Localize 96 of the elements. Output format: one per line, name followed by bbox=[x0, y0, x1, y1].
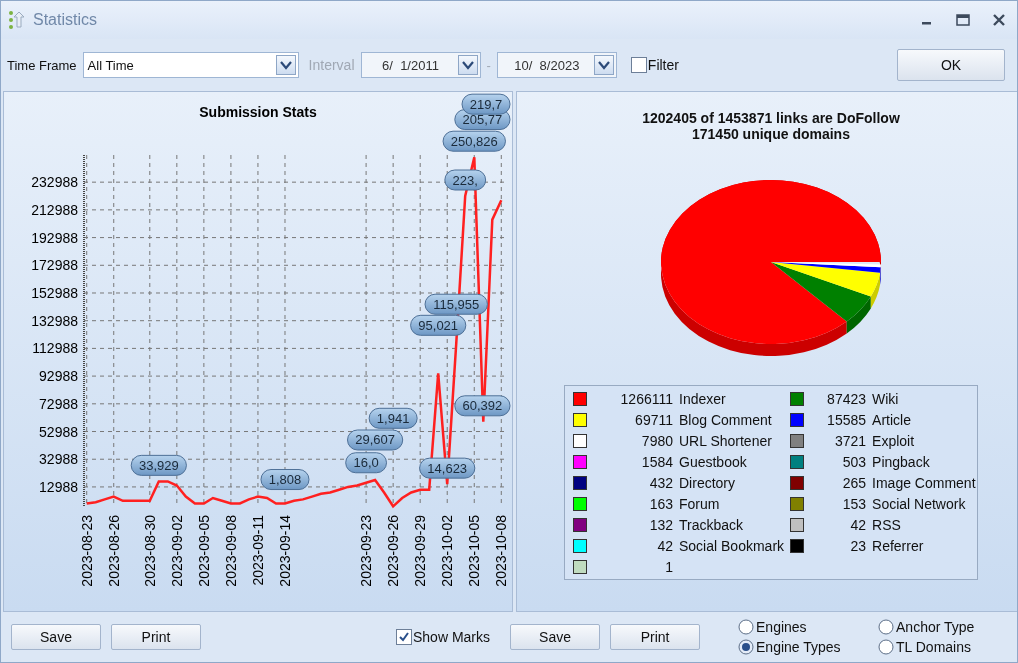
legend-count: 1266111 bbox=[619, 390, 673, 407]
value-bubble: 95,021 bbox=[410, 314, 467, 336]
save-button[interactable]: Save bbox=[510, 624, 601, 650]
option-radio[interactable]: Engine Types bbox=[738, 639, 879, 655]
legend-count: 87423 bbox=[826, 390, 867, 407]
chevron-down-icon bbox=[461, 60, 474, 70]
y-tick-label: 132988 bbox=[31, 312, 78, 329]
legend-label: Trackback bbox=[679, 516, 744, 533]
legend-label: Referrer bbox=[872, 537, 924, 554]
y-tick-label: 72988 bbox=[39, 395, 78, 412]
time-frame-dropdown[interactable]: All Time bbox=[82, 52, 299, 78]
y-tick-label: 92988 bbox=[39, 368, 78, 385]
legend-count: 23 bbox=[849, 537, 867, 554]
y-tick-label: 232988 bbox=[31, 174, 78, 191]
legend-label: Pingback bbox=[872, 453, 930, 470]
x-tick-label: 2023-09-11 bbox=[249, 515, 266, 586]
y-tick-label: 52988 bbox=[39, 423, 78, 440]
legend-count: 153 bbox=[841, 495, 867, 512]
option-radio[interactable]: Anchor Type bbox=[878, 619, 999, 635]
value-bubble: 1,808 bbox=[260, 469, 310, 491]
value-bubble: 16,0 bbox=[345, 452, 387, 474]
date-to-field[interactable]: 10/ 8/2023 bbox=[496, 52, 617, 78]
x-tick-label: 2023-09-29 bbox=[412, 515, 429, 587]
legend-count: 265 bbox=[841, 474, 867, 491]
value-bubble: 33,929 bbox=[130, 454, 187, 476]
legend-label: Guestbook bbox=[679, 453, 747, 470]
legend-label: Article bbox=[872, 411, 911, 428]
x-tick-label: 2023-08-26 bbox=[105, 515, 122, 587]
legend-label: Blog Comment bbox=[679, 411, 772, 428]
chevron-down-icon bbox=[597, 60, 610, 70]
legend-count: 503 bbox=[841, 453, 867, 470]
legend-label: Directory bbox=[679, 474, 735, 491]
legend-count: 69711 bbox=[634, 411, 673, 428]
y-tick-label: 32988 bbox=[39, 451, 78, 468]
x-tick-label: 2023-09-26 bbox=[385, 515, 402, 587]
chart-title: 1202405 of 1453871 links are DoFollow bbox=[642, 110, 900, 126]
x-tick-label: 2023-10-08 bbox=[493, 515, 510, 587]
legend-count: 163 bbox=[648, 495, 673, 512]
x-tick-label: 2023-09-14 bbox=[277, 515, 293, 587]
value-bubble: 223, bbox=[444, 169, 487, 191]
x-tick-label: 2023-09-05 bbox=[195, 515, 212, 587]
legend-label: Social Bookmark bbox=[679, 537, 785, 554]
value-bubble: 14,623 bbox=[419, 457, 476, 479]
legend-label: Image Comment bbox=[872, 474, 976, 491]
filter-checkbox[interactable]: Filter bbox=[630, 57, 679, 73]
value-bubble: 29,607 bbox=[347, 429, 404, 451]
value-bubble: 1,941 bbox=[368, 407, 418, 429]
y-tick-label: 152988 bbox=[31, 285, 78, 301]
legend-label: RSS bbox=[872, 516, 901, 533]
legend-label: Wiki bbox=[872, 390, 899, 407]
y-tick-label: 112988 bbox=[32, 340, 78, 357]
save-button[interactable]: Save bbox=[11, 624, 101, 650]
chart-title: Submission Stats bbox=[199, 104, 317, 120]
print-button[interactable]: Print bbox=[610, 624, 701, 650]
interval-label: Interval bbox=[308, 57, 355, 73]
x-tick-label: 2023-09-02 bbox=[168, 515, 185, 587]
chart-subtitle: 171450 unique domains bbox=[692, 126, 850, 142]
window-title: Statistics bbox=[33, 11, 97, 29]
date-from-field[interactable]: 6/ 1/2011 bbox=[360, 52, 481, 78]
show-marks-checkbox[interactable]: Show Marks bbox=[396, 629, 491, 645]
value-bubble: 219,7 bbox=[461, 93, 511, 115]
chevron-down-icon bbox=[279, 60, 292, 70]
legend-count: 132 bbox=[648, 516, 673, 533]
time-frame-label: Time Frame bbox=[7, 57, 77, 73]
y-tick-label: 212988 bbox=[31, 201, 78, 218]
checkmark-icon bbox=[398, 631, 410, 643]
x-tick-label: 2023-08-23 bbox=[78, 515, 95, 587]
legend-count: 1 bbox=[664, 558, 673, 575]
legend-count: 7980 bbox=[640, 432, 673, 449]
legend-count: 1584 bbox=[640, 453, 673, 470]
y-tick-label: 12988 bbox=[39, 478, 78, 495]
x-tick-label: 2023-09-08 bbox=[222, 515, 239, 587]
y-tick-label: 172988 bbox=[31, 257, 78, 274]
y-tick-label: 192988 bbox=[31, 229, 78, 246]
legend-count: 3721 bbox=[833, 432, 867, 449]
legend-count: 15585 bbox=[826, 411, 867, 428]
option-radio[interactable]: Engines bbox=[738, 619, 879, 635]
x-tick-label: 2023-10-05 bbox=[466, 515, 483, 587]
value-bubble: 250,826 bbox=[442, 130, 506, 152]
legend-count: 432 bbox=[648, 474, 673, 491]
legend-count: 42 bbox=[656, 537, 673, 554]
legend-label: Indexer bbox=[679, 390, 726, 407]
legend-count: 42 bbox=[849, 516, 867, 533]
range-separator: - bbox=[486, 57, 491, 73]
legend-label: Social Network bbox=[872, 495, 966, 512]
value-bubble: 115,955 bbox=[424, 293, 488, 315]
x-tick-label: 2023-08-30 bbox=[141, 515, 158, 587]
print-button[interactable]: Print bbox=[111, 624, 201, 650]
x-tick-label: 2023-10-02 bbox=[439, 515, 456, 587]
x-tick-label: 2023-09-23 bbox=[358, 515, 375, 587]
legend-label: Exploit bbox=[872, 432, 915, 449]
legend-label: Forum bbox=[679, 495, 720, 512]
value-bubble: 60,392 bbox=[454, 395, 511, 417]
option-radio[interactable]: TL Domains bbox=[878, 639, 999, 655]
legend-label: URL Shortener bbox=[679, 432, 772, 449]
ok-button[interactable]: OK bbox=[897, 49, 1005, 81]
